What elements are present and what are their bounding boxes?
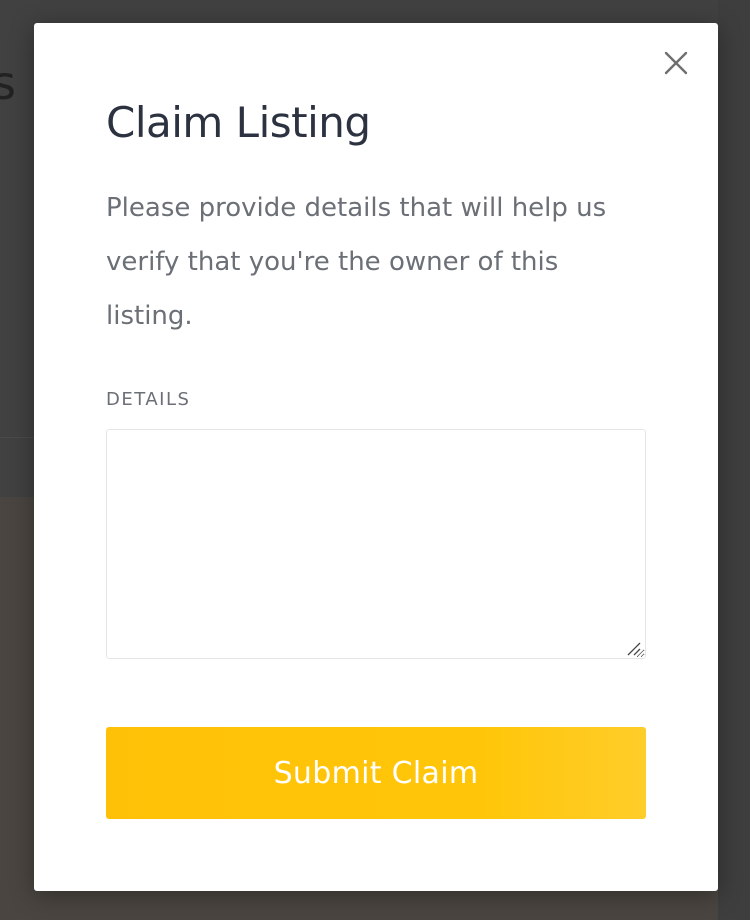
claim-listing-modal: Claim Listing Please provide details tha… <box>34 23 718 891</box>
background-scroll-area <box>718 0 750 920</box>
background-heading-fragment: s <box>0 56 16 110</box>
close-icon <box>664 51 688 75</box>
close-button[interactable] <box>662 49 690 77</box>
submit-claim-button[interactable]: Submit Claim <box>106 727 646 819</box>
details-label: DETAILS <box>106 389 191 410</box>
modal-description: Please provide details that will help us… <box>106 193 607 331</box>
details-textarea[interactable] <box>106 429 646 659</box>
modal-title: Claim Listing <box>106 98 371 147</box>
